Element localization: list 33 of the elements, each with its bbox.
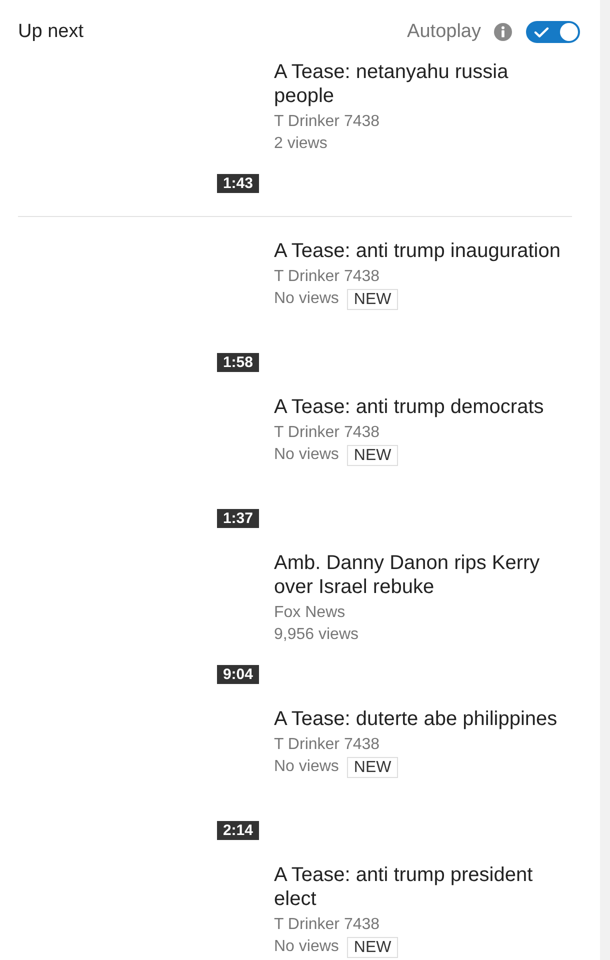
video-duration: 1:43 [216, 174, 259, 193]
video-title[interactable]: A Tease: duterte abe philippines [274, 707, 558, 731]
autoplay-toggle[interactable] [526, 21, 580, 43]
toggle-knob [560, 23, 578, 41]
new-tag: NEW [346, 936, 398, 958]
view-count: 9,956 views [274, 625, 358, 645]
check-icon [534, 26, 549, 38]
autoplay-label: Autoplay [407, 20, 481, 44]
view-count: No views [274, 289, 339, 309]
view-count: No views [274, 445, 339, 465]
channel-name: T Drinker 7438 [274, 915, 380, 935]
channel-name: T Drinker 7438 [274, 423, 380, 443]
view-count: No views [274, 757, 339, 777]
new-tag: NEW [346, 756, 398, 778]
channel-name: T Drinker 7438 [274, 267, 380, 287]
video-duration: 2:14 [216, 821, 259, 840]
new-tag: NEW [346, 288, 398, 310]
video-duration: 9:04 [216, 665, 259, 684]
new-tag: NEW [346, 444, 398, 466]
video-title[interactable]: A Tease: anti trump president elect [274, 863, 570, 911]
channel-name: T Drinker 7438 [274, 112, 380, 132]
video-duration: 1:58 [216, 353, 259, 372]
video-title[interactable]: A Tease: anti trump inauguration [274, 239, 560, 263]
video-duration: 1:37 [216, 509, 259, 528]
video-title[interactable]: Amb. Danny Danon rips Kerry over Israel rebuke [274, 551, 570, 599]
channel-name: T Drinker 7438 [274, 735, 380, 755]
video-title[interactable]: A Tease: netanyahu russia people [274, 60, 570, 108]
channel-name: Fox News [274, 603, 346, 623]
info-icon[interactable] [494, 23, 512, 41]
view-count: No views [274, 937, 339, 957]
video-title[interactable]: A Tease: anti trump democrats [274, 395, 544, 419]
view-count: 2 views [274, 134, 328, 154]
up-next-heading: Up next [18, 20, 84, 44]
